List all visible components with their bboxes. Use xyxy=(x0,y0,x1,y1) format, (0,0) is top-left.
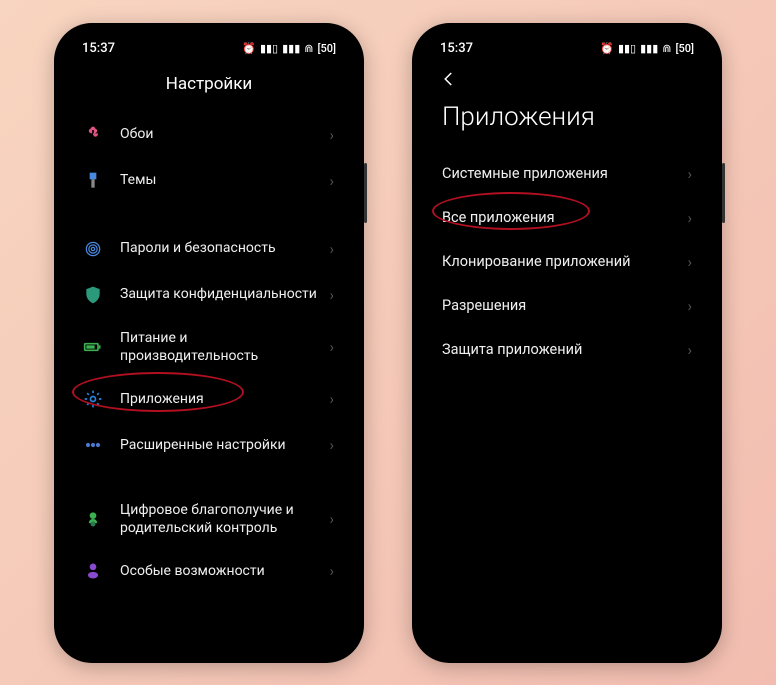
brush-icon xyxy=(82,170,104,192)
status-time: 15:37 xyxy=(440,41,473,56)
apps-list[interactable]: Системные приложения›Все приложения›Клон… xyxy=(422,152,712,372)
apps-row-permissions[interactable]: Разрешения › xyxy=(422,284,712,328)
settings-section: Пароли и безопасность›Защита конфиденциа… xyxy=(64,226,354,468)
chevron-right-icon: › xyxy=(687,341,692,359)
settings-row-wellbeing[interactable]: Цифровое благополучие и родительский кон… xyxy=(64,490,354,548)
row-label: Питание и производительность xyxy=(120,329,321,365)
chevron-right-icon: › xyxy=(687,209,692,227)
row-label: Расширенные настройки xyxy=(120,436,321,454)
chevron-right-icon: › xyxy=(329,436,334,454)
chevron-right-icon: › xyxy=(329,126,334,144)
row-label: Пароли и безопасность xyxy=(120,239,321,257)
status-time: 15:37 xyxy=(82,41,115,56)
status-icons: ⏰ ▮▮▯ ▮▮▮ ⋒ [50] xyxy=(600,42,694,55)
signal2-icon: ▮▮▮ xyxy=(640,42,658,55)
dots-icon xyxy=(82,434,104,456)
phone-left: 15:37 ⏰ ▮▮▯ ▮▮▮ ⋒ [50] Настройки Обои›Те… xyxy=(54,23,364,663)
back-button[interactable] xyxy=(422,60,712,96)
arrow-left-icon xyxy=(440,70,458,88)
apps-row-clone-apps[interactable]: Клонирование приложений › xyxy=(422,240,712,284)
row-label: Цифровое благополучие и родительский кон… xyxy=(120,501,321,537)
chevron-right-icon: › xyxy=(329,338,334,356)
chevron-right-icon: › xyxy=(687,165,692,183)
alarm-icon: ⏰ xyxy=(242,42,256,55)
apps-row-app-lock[interactable]: Защита приложений › xyxy=(422,328,712,372)
page-title: Приложения xyxy=(422,96,712,152)
signal-icon: ▮▮▯ xyxy=(260,42,278,55)
gear-icon xyxy=(82,388,104,410)
chevron-right-icon: › xyxy=(329,240,334,258)
wifi-icon: ⋒ xyxy=(304,42,313,55)
settings-section: Цифровое благополучие и родительский кон… xyxy=(64,490,354,594)
signal-icon: ▮▮▯ xyxy=(618,42,636,55)
chevron-right-icon: › xyxy=(687,253,692,271)
row-label: Защита приложений xyxy=(442,341,582,358)
apps-row-system-apps[interactable]: Системные приложения › xyxy=(422,152,712,196)
row-label: Обои xyxy=(120,125,321,143)
row-label: Темы xyxy=(120,171,321,189)
chevron-right-icon: › xyxy=(329,390,334,408)
battery-icon: [50] xyxy=(318,42,336,55)
settings-row-battery[interactable]: Питание и производительность › xyxy=(64,318,354,376)
page-title: Настройки xyxy=(64,60,354,112)
chevron-right-icon: › xyxy=(329,510,334,528)
apps-row-all-apps[interactable]: Все приложения › xyxy=(422,196,712,240)
row-label: Приложения xyxy=(120,390,321,408)
status-icons: ⏰ ▮▮▯ ▮▮▮ ⋒ [50] xyxy=(242,42,336,55)
chevron-right-icon: › xyxy=(687,297,692,315)
settings-row-security[interactable]: Пароли и безопасность › xyxy=(64,226,354,272)
settings-section: Обои › Темы › xyxy=(64,112,354,204)
fingerprint-icon xyxy=(82,238,104,260)
signal2-icon: ▮▮▮ xyxy=(282,42,300,55)
row-label: Защита конфиденциальности xyxy=(120,285,321,303)
chevron-right-icon: › xyxy=(329,562,334,580)
phone-right: 15:37 ⏰ ▮▮▯ ▮▮▮ ⋒ [50] Приложения Систем… xyxy=(412,23,722,663)
row-label: Клонирование приложений xyxy=(442,253,630,270)
row-label: Системные приложения xyxy=(442,165,608,182)
battery-icon: [50] xyxy=(676,42,694,55)
status-bar: 15:37 ⏰ ▮▮▯ ▮▮▮ ⋒ [50] xyxy=(422,33,712,60)
settings-row-themes[interactable]: Темы › xyxy=(64,158,354,204)
heart-icon xyxy=(82,508,104,530)
screen-right: 15:37 ⏰ ▮▮▯ ▮▮▮ ⋒ [50] Приложения Систем… xyxy=(422,33,712,653)
settings-row-wallpaper[interactable]: Обои › xyxy=(64,112,354,158)
status-bar: 15:37 ⏰ ▮▮▯ ▮▮▮ ⋒ [50] xyxy=(64,33,354,60)
screen-left: 15:37 ⏰ ▮▮▯ ▮▮▮ ⋒ [50] Настройки Обои›Те… xyxy=(64,33,354,653)
battery-icon xyxy=(82,336,104,358)
settings-row-accessibility[interactable]: Особые возможности › xyxy=(64,548,354,594)
flower-icon xyxy=(82,124,104,146)
row-label: Все приложения xyxy=(442,209,555,226)
chevron-right-icon: › xyxy=(329,286,334,304)
alarm-icon: ⏰ xyxy=(600,42,614,55)
person-icon xyxy=(82,560,104,582)
wifi-icon: ⋒ xyxy=(662,42,671,55)
settings-row-advanced[interactable]: Расширенные настройки › xyxy=(64,422,354,468)
settings-list[interactable]: Обои›Темы›Пароли и безопасность›Защита к… xyxy=(64,112,354,595)
settings-row-apps[interactable]: Приложения › xyxy=(64,376,354,422)
row-label: Разрешения xyxy=(442,297,526,314)
shield-icon xyxy=(82,284,104,306)
chevron-right-icon: › xyxy=(329,172,334,190)
settings-row-privacy[interactable]: Защита конфиденциальности › xyxy=(64,272,354,318)
row-label: Особые возможности xyxy=(120,562,321,580)
